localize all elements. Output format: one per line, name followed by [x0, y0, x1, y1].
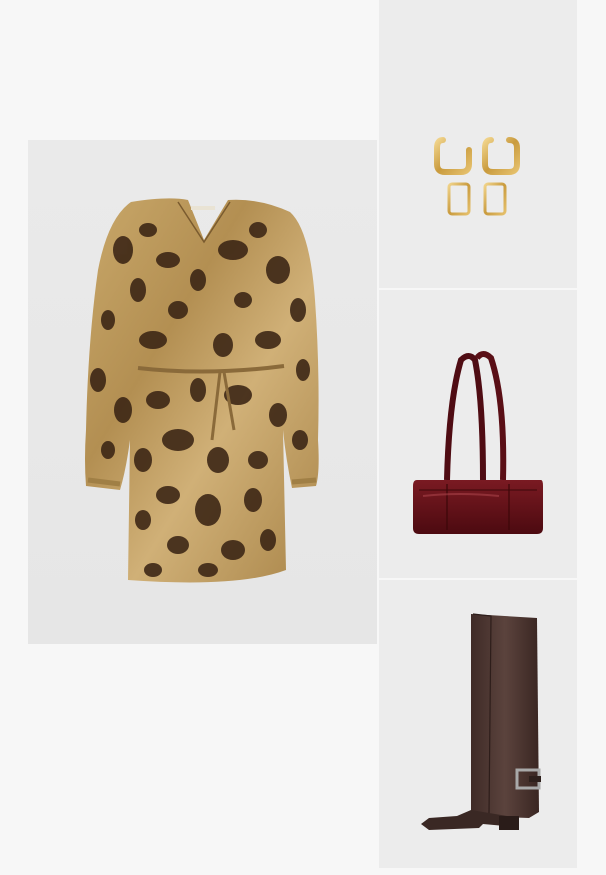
dress-image — [28, 140, 377, 644]
bag-image — [379, 290, 577, 578]
earrings-tile[interactable] — [379, 0, 577, 288]
earrings-image — [379, 0, 577, 288]
boots-image — [379, 580, 577, 868]
boots-tile[interactable] — [379, 580, 577, 868]
dress-tile[interactable] — [28, 140, 377, 644]
bag-tile[interactable] — [379, 290, 577, 578]
